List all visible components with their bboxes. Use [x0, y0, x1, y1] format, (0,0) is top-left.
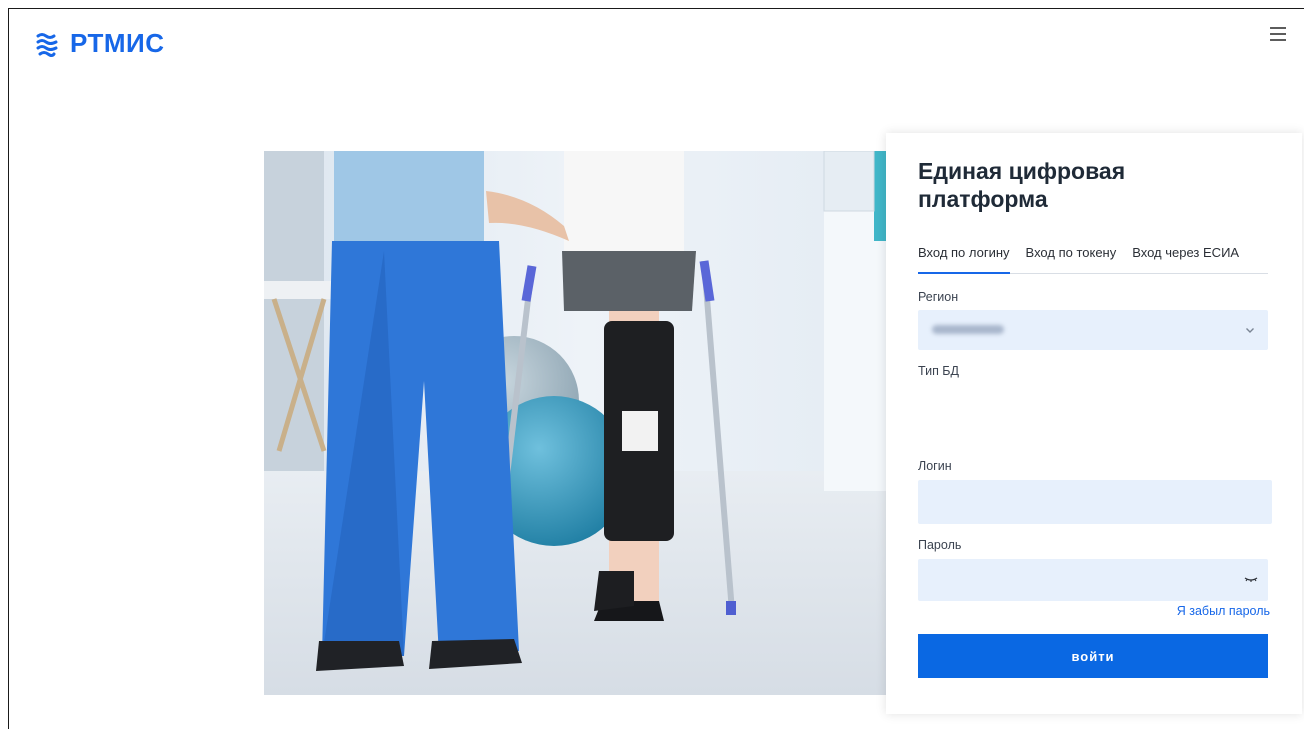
region-selected-value-redacted [932, 325, 1004, 334]
chevron-down-icon [1246, 328, 1254, 333]
password-field[interactable] [918, 559, 1268, 601]
password-label: Пароль [918, 538, 962, 552]
login-label: Логин [918, 459, 952, 473]
logo-mark-icon [36, 32, 58, 57]
region-select[interactable] [918, 310, 1268, 350]
forgot-password-link[interactable]: Я забыл пароль [1177, 604, 1270, 618]
region-label: Регион [918, 290, 959, 304]
db-type-label: Тип БД [918, 364, 959, 378]
login-input[interactable] [918, 480, 1272, 524]
submit-button[interactable]: войти [918, 634, 1268, 678]
logo[interactable]: РТМИС [34, 28, 165, 59]
hidden-eye-icon[interactable] [1244, 573, 1258, 585]
logo-text: РТМИС [70, 28, 165, 58]
tab-esia[interactable]: Вход через ЕСИА [1132, 243, 1239, 273]
platform-title: Единая цифровая платформа [918, 158, 1126, 212]
tab-login[interactable]: Вход по логину [918, 243, 1010, 274]
tab-token[interactable]: Вход по токену [1026, 243, 1117, 273]
login-card: Единая цифровая платформа Вход по логину… [886, 133, 1302, 714]
hero-photo [264, 151, 904, 695]
hamburger-menu-icon[interactable] [1266, 22, 1290, 46]
login-tabs: Вход по логину Вход по токену Вход через… [918, 243, 1268, 274]
